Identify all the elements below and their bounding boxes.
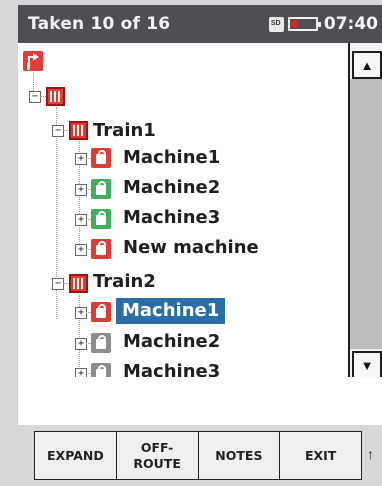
machine-lock-icon — [91, 148, 111, 168]
sd-card-label: SD — [270, 19, 281, 27]
scroll-up-icon: ▲ — [360, 57, 374, 73]
vertical-scrollbar[interactable]: ▲ ▼ — [348, 43, 382, 377]
device-screen: Taken 10 of 16 SD 07:40 − − Train1 + Mac… — [0, 0, 382, 486]
clock: 07:40 — [323, 14, 378, 34]
machine-expander-plus-icon[interactable]: + — [75, 153, 87, 165]
machine-expander-plus-icon[interactable]: + — [75, 338, 87, 350]
exit-softkey[interactable]: EXIT — [280, 432, 361, 479]
train1-label[interactable]: Train1 — [93, 120, 156, 141]
route-tree[interactable]: − − Train1 + Machine1 + Machine2 + Machi… — [18, 43, 344, 377]
machine-lock-icon — [91, 302, 111, 322]
battery-icon — [287, 17, 321, 31]
off-route-label: OFF- ROUTE — [133, 439, 181, 471]
up-arrow-icon: ↑ — [367, 446, 374, 462]
sd-card-icon: SD — [268, 16, 284, 32]
route-icon — [46, 87, 65, 106]
status-bar: Taken 10 of 16 SD 07:40 — [18, 5, 382, 43]
root-node[interactable] — [23, 51, 47, 81]
train1-machine2[interactable]: Machine2 — [123, 177, 220, 198]
train2-expander-minus-icon[interactable]: − — [52, 278, 64, 290]
machine-lock-icon — [91, 363, 111, 377]
root-expander-minus-icon[interactable]: − — [29, 91, 41, 103]
status-title: Taken 10 of 16 — [28, 14, 171, 34]
machine-expander-plus-icon[interactable]: + — [75, 214, 87, 226]
machine-expander-plus-icon[interactable]: + — [75, 307, 87, 319]
train1-machine1[interactable]: Machine1 — [123, 147, 220, 168]
machine-expander-plus-icon[interactable]: + — [75, 244, 87, 256]
machine-lock-icon — [91, 209, 111, 229]
train2-machine3[interactable]: Machine3 — [123, 361, 220, 377]
scroll-thumb[interactable] — [350, 79, 382, 349]
train-icon — [69, 274, 88, 293]
machine-lock-icon — [91, 179, 111, 199]
machine-lock-icon — [91, 239, 111, 259]
train2-label[interactable]: Train2 — [93, 271, 156, 292]
train1-machine3[interactable]: Machine3 — [123, 207, 220, 228]
scroll-down-button[interactable]: ▼ — [352, 351, 382, 377]
train2-machine1-selected[interactable]: Machine1 — [116, 298, 226, 324]
train1-expander-minus-icon[interactable]: − — [52, 125, 64, 137]
notes-softkey[interactable]: NOTES — [199, 432, 281, 479]
softkey-bar: EXPAND OFF- ROUTE NOTES EXIT — [34, 431, 362, 480]
blank-panel-area — [18, 377, 382, 425]
machine-lock-icon — [91, 333, 111, 353]
train2-machine2[interactable]: Machine2 — [123, 331, 220, 352]
off-route-softkey[interactable]: OFF- ROUTE — [117, 432, 199, 479]
scroll-down-icon: ▼ — [360, 357, 374, 373]
train1-new-machine[interactable]: New machine — [123, 237, 259, 258]
status-indicators: SD 07:40 — [268, 14, 378, 34]
machine-expander-plus-icon[interactable]: + — [75, 184, 87, 196]
red-return-icon — [23, 51, 43, 71]
route-tree-panel: − − Train1 + Machine1 + Machine2 + Machi… — [18, 43, 382, 377]
expand-softkey[interactable]: EXPAND — [35, 432, 117, 479]
scroll-up-button[interactable]: ▲ — [352, 51, 382, 79]
train-icon — [69, 121, 88, 140]
